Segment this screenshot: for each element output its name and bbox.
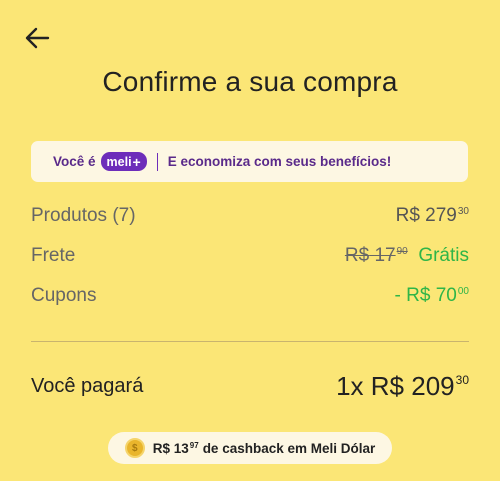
cashback-text: de cashback em Meli Dólar [202, 440, 376, 456]
shipping-price: R$ 17 90 Grátis [345, 245, 469, 267]
shipping-row: Frete R$ 17 90 Grátis [31, 245, 469, 267]
coupons-row: Cupons - R$ 70 00 [31, 285, 469, 307]
total-price: 1x R$ 209 30 [336, 371, 469, 401]
coin-icon: $ [124, 438, 145, 458]
shipping-free-label: Grátis [418, 245, 469, 266]
products-label: Produtos (7) [31, 205, 136, 226]
banner-separator [156, 152, 158, 171]
cashback-badge: $ R$ 13 97 de cashback em Meli Dólar [108, 432, 392, 464]
coupons-label: Cupons [31, 285, 97, 306]
banner-prefix: Você é [53, 154, 96, 169]
coupons-discount: - R$ 70 00 [394, 285, 469, 306]
divider [31, 341, 469, 342]
products-price: R$ 279 30 [395, 205, 469, 226]
banner-message: E economiza com seus benefícios! [167, 154, 392, 169]
page-title: Confirme a sua compra [102, 66, 398, 97]
back-arrow-icon[interactable] [24, 26, 50, 50]
meli-plus-banner[interactable]: Você é meli + E economiza com seus benefí… [31, 141, 468, 182]
shipping-label: Frete [31, 245, 76, 266]
products-row: Produtos (7) R$ 279 30 [31, 205, 469, 227]
meli-plus-logo: meli + [100, 152, 147, 171]
shipping-old-price: R$ 17 90 [344, 245, 408, 266]
total-row: Você pagará 1x R$ 209 30 [31, 371, 469, 402]
total-label: Você pagará [31, 375, 144, 397]
